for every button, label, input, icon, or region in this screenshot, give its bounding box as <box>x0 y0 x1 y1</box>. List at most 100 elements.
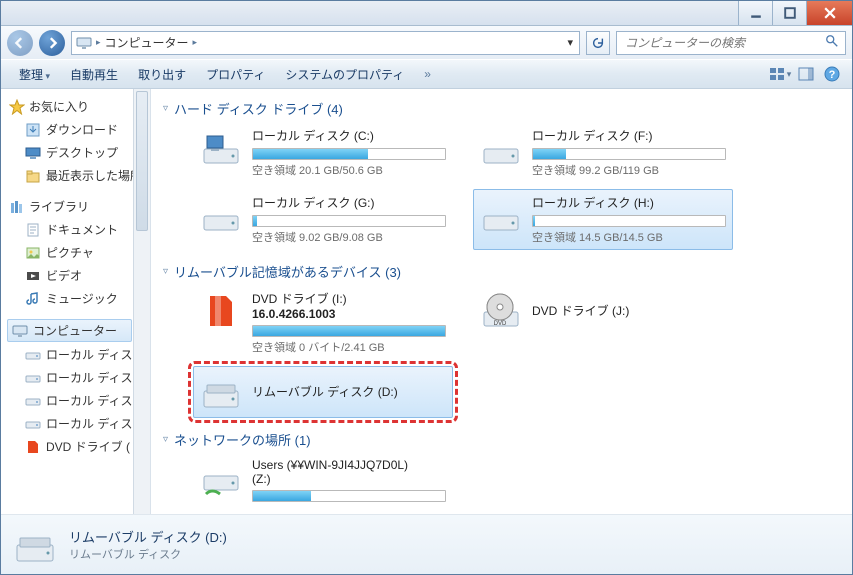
drive-g[interactable]: ローカル ディスク (G:) 空き領域 9.02 GB/9.08 GB <box>193 189 453 250</box>
tree-item-localdisk[interactable]: ローカル ディス <box>7 366 148 389</box>
tree-favorites-label: お気に入り <box>29 98 89 115</box>
tree-item-pictures[interactable]: ピクチャ <box>7 241 148 264</box>
toolbar: 整理 自動再生 取り出す プロパティ システムのプロパティ » ▾ ? <box>1 59 852 89</box>
toolbar-autoplay[interactable]: 自動再生 <box>60 66 128 83</box>
category-hdd[interactable]: ハード ディスク ドライブ (4) <box>163 95 840 122</box>
toolbar-system-properties[interactable]: システムのプロパティ <box>275 66 414 83</box>
tree-item-dvd[interactable]: DVD ドライブ ( <box>7 435 148 458</box>
drive-label: ローカル ディスク (H:) <box>532 194 726 211</box>
drive-usage-bar <box>532 215 726 227</box>
tree-item-label: ビデオ <box>46 267 82 284</box>
preview-pane-button[interactable] <box>794 63 818 85</box>
hdd-os-icon <box>200 127 242 169</box>
star-icon <box>9 99 25 115</box>
tree-item-desktop[interactable]: デスクトップ <box>7 141 148 164</box>
breadcrumb-sep2: ▸ <box>193 37 198 48</box>
titlebar <box>1 1 852 26</box>
minimize-button[interactable] <box>738 1 772 25</box>
tree-item-localdisk[interactable]: ローカル ディス <box>7 412 148 435</box>
tree-item-label: ドキュメント <box>46 221 118 238</box>
search-icon <box>825 34 839 51</box>
toolbar-overflow[interactable]: » <box>414 67 441 81</box>
hdd-icon <box>200 194 242 236</box>
details-sub: リムーバブル ディスク <box>69 546 227 562</box>
tree-scrollbar[interactable] <box>133 89 150 514</box>
drive-label: ローカル ディスク (F:) <box>532 127 726 144</box>
search-box[interactable] <box>616 31 846 55</box>
tree-item-label: 最近表示した場所 <box>46 167 142 184</box>
drive-h[interactable]: ローカル ディスク (H:) 空き領域 14.5 GB/14.5 GB <box>473 189 733 250</box>
removable-drive-icon <box>13 523 57 567</box>
tree-computer-label: コンピューター <box>33 322 117 339</box>
explorer-window: ▸ コンピューター ▸ ▾ 整理 自動再生 取り出す プロパティ システムのプロ… <box>0 0 853 575</box>
tree-scroll-thumb[interactable] <box>136 91 148 231</box>
tree-computer[interactable]: コンピューター <box>7 319 132 342</box>
drive-dvd-i[interactable]: DVD ドライブ (I:) 16.0.4266.1003 空き領域 0 バイト/… <box>193 285 453 360</box>
tree-item-label: ローカル ディス <box>46 415 133 432</box>
drive-freespace: 空き領域 14.5 GB/14.5 GB <box>532 229 726 245</box>
tree-item-localdisk[interactable]: ローカル ディス <box>7 389 148 412</box>
refresh-button[interactable] <box>586 31 610 55</box>
breadcrumb-root[interactable]: コンピューター <box>105 34 189 51</box>
tree-item-videos[interactable]: ビデオ <box>7 264 148 287</box>
drive-freespace: 空き領域 0 バイト/2.41 GB <box>252 339 446 355</box>
tree-item-recent[interactable]: 最近表示した場所 <box>7 164 148 187</box>
drive-dvd-j[interactable]: DVD DVD ドライブ (J:) <box>473 285 733 360</box>
tree-item-music[interactable]: ミュージック <box>7 287 148 310</box>
documents-icon <box>25 222 41 238</box>
office-icon <box>25 439 41 455</box>
drive-label: リムーバブル ディスク (D:) <box>252 383 446 400</box>
tree-item-label: ローカル ディス <box>46 392 133 409</box>
drive-letter: (Z:) <box>252 472 446 486</box>
network-drive-icon <box>200 458 242 500</box>
details-pane: リムーバブル ディスク (D:) リムーバブル ディスク <box>1 514 852 574</box>
toolbar-properties[interactable]: プロパティ <box>196 66 275 83</box>
details-label: リムーバブル ディスク (D:) <box>69 527 227 546</box>
tree-item-label: ピクチャ <box>46 244 94 261</box>
tree-item-localdisk[interactable]: ローカル ディス <box>7 343 148 366</box>
tree-favorites[interactable]: お気に入り <box>7 95 148 118</box>
address-bar[interactable]: ▸ コンピューター ▸ ▾ <box>71 31 580 55</box>
category-network[interactable]: ネットワークの場所 (1) <box>163 426 840 453</box>
drive-icon <box>25 393 41 409</box>
maximize-button[interactable] <box>772 1 806 25</box>
close-button[interactable] <box>806 1 852 25</box>
help-button[interactable]: ? <box>820 63 844 85</box>
drive-usage-bar <box>252 490 446 502</box>
tree-item-label: ローカル ディス <box>46 346 133 363</box>
drive-removable-d[interactable]: リムーバブル ディスク (D:) <box>193 366 453 418</box>
svg-text:?: ? <box>829 69 836 81</box>
drive-freespace: 空き領域 9.02 GB/9.08 GB <box>252 229 446 245</box>
back-button[interactable] <box>7 30 33 56</box>
tree-item-label: ミュージック <box>46 290 118 307</box>
drive-network-z[interactable]: Users (¥¥WIN-9JI4JJQ7D0L) (Z:) <box>193 453 453 507</box>
toolbar-organize[interactable]: 整理 <box>9 66 60 83</box>
tree-item-label: ローカル ディス <box>46 369 133 386</box>
drive-label: DVD ドライブ (I:) <box>252 290 446 307</box>
view-menu-button[interactable]: ▾ <box>768 63 792 85</box>
drive-freespace: 空き領域 99.2 GB/119 GB <box>532 162 726 178</box>
category-removable[interactable]: リムーバブル記憶域があるデバイス (3) <box>163 258 840 285</box>
drive-label: DVD ドライブ (J:) <box>532 302 726 319</box>
address-dropdown-icon[interactable]: ▾ <box>567 36 573 49</box>
tree-item-downloads[interactable]: ダウンロード <box>7 118 148 141</box>
hdd-icon <box>480 194 522 236</box>
drive-label: ローカル ディスク (C:) <box>252 127 446 144</box>
drive-c[interactable]: ローカル ディスク (C:) 空き領域 20.1 GB/50.6 GB <box>193 122 453 183</box>
music-icon <box>25 291 41 307</box>
libraries-icon <box>9 199 25 215</box>
forward-button[interactable] <box>39 30 65 56</box>
tree-libraries[interactable]: ライブラリ <box>7 195 148 218</box>
svg-text:DVD: DVD <box>494 321 507 327</box>
computer-icon <box>76 35 92 51</box>
drive-f[interactable]: ローカル ディスク (F:) 空き領域 99.2 GB/119 GB <box>473 122 733 183</box>
search-input[interactable] <box>623 35 839 51</box>
desktop-icon <box>25 145 41 161</box>
office-disc-icon <box>200 290 242 332</box>
downloads-icon <box>25 122 41 138</box>
toolbar-eject[interactable]: 取り出す <box>128 66 196 83</box>
tree-item-label: DVD ドライブ ( <box>46 438 130 455</box>
tree-item-documents[interactable]: ドキュメント <box>7 218 148 241</box>
tree-item-label: ダウンロード <box>46 121 118 138</box>
pictures-icon <box>25 245 41 261</box>
